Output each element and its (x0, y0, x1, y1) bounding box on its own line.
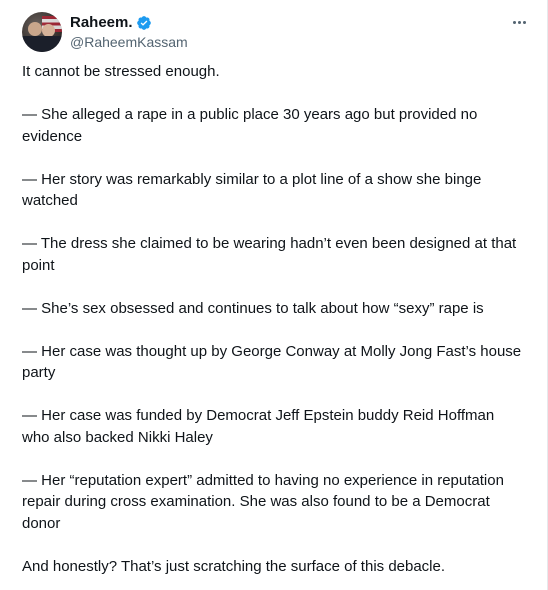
tweet-paragraph: — The dress she claimed to be wearing ha… (22, 235, 517, 274)
tweet-paragraph: It cannot be stressed enough. (22, 63, 220, 80)
verified-badge-icon (136, 15, 151, 30)
tweet-paragraph: — She alleged a rape in a public place 3… (22, 106, 478, 145)
more-horizontal-icon[interactable] (509, 12, 529, 32)
author-info: Raheem. @RaheemKassam (70, 13, 188, 52)
tweet-paragraph: — She’s sex obsessed and continues to ta… (22, 299, 484, 317)
tweet-paragraph: — Her story was remarkably similar to a … (22, 170, 482, 210)
tweet-header: Raheem. @RaheemKassam (22, 12, 531, 52)
tweet-text: It cannot be stressed enough. — She alle… (22, 61, 522, 577)
dot (522, 20, 526, 24)
tweet-card: Raheem. @RaheemKassam It cannot be stres… (0, 0, 548, 590)
tweet-paragraph: — Her case was funded by Democrat Jeff E… (22, 407, 495, 446)
tweet-paragraph: — Her “reputation expert” admitted to ha… (22, 471, 504, 532)
avatar-face-left (28, 22, 42, 36)
dot (512, 20, 516, 24)
tweet-paragraph: — Her case was thought up by George Conw… (22, 342, 522, 382)
user-handle[interactable]: @RaheemKassam (70, 33, 188, 52)
avatar[interactable] (22, 12, 62, 52)
tweet-paragraph: And honestly? That’s just scratching the… (22, 557, 446, 575)
display-name[interactable]: Raheem. (70, 13, 133, 32)
avatar-suits (22, 36, 62, 52)
dot (517, 20, 521, 24)
